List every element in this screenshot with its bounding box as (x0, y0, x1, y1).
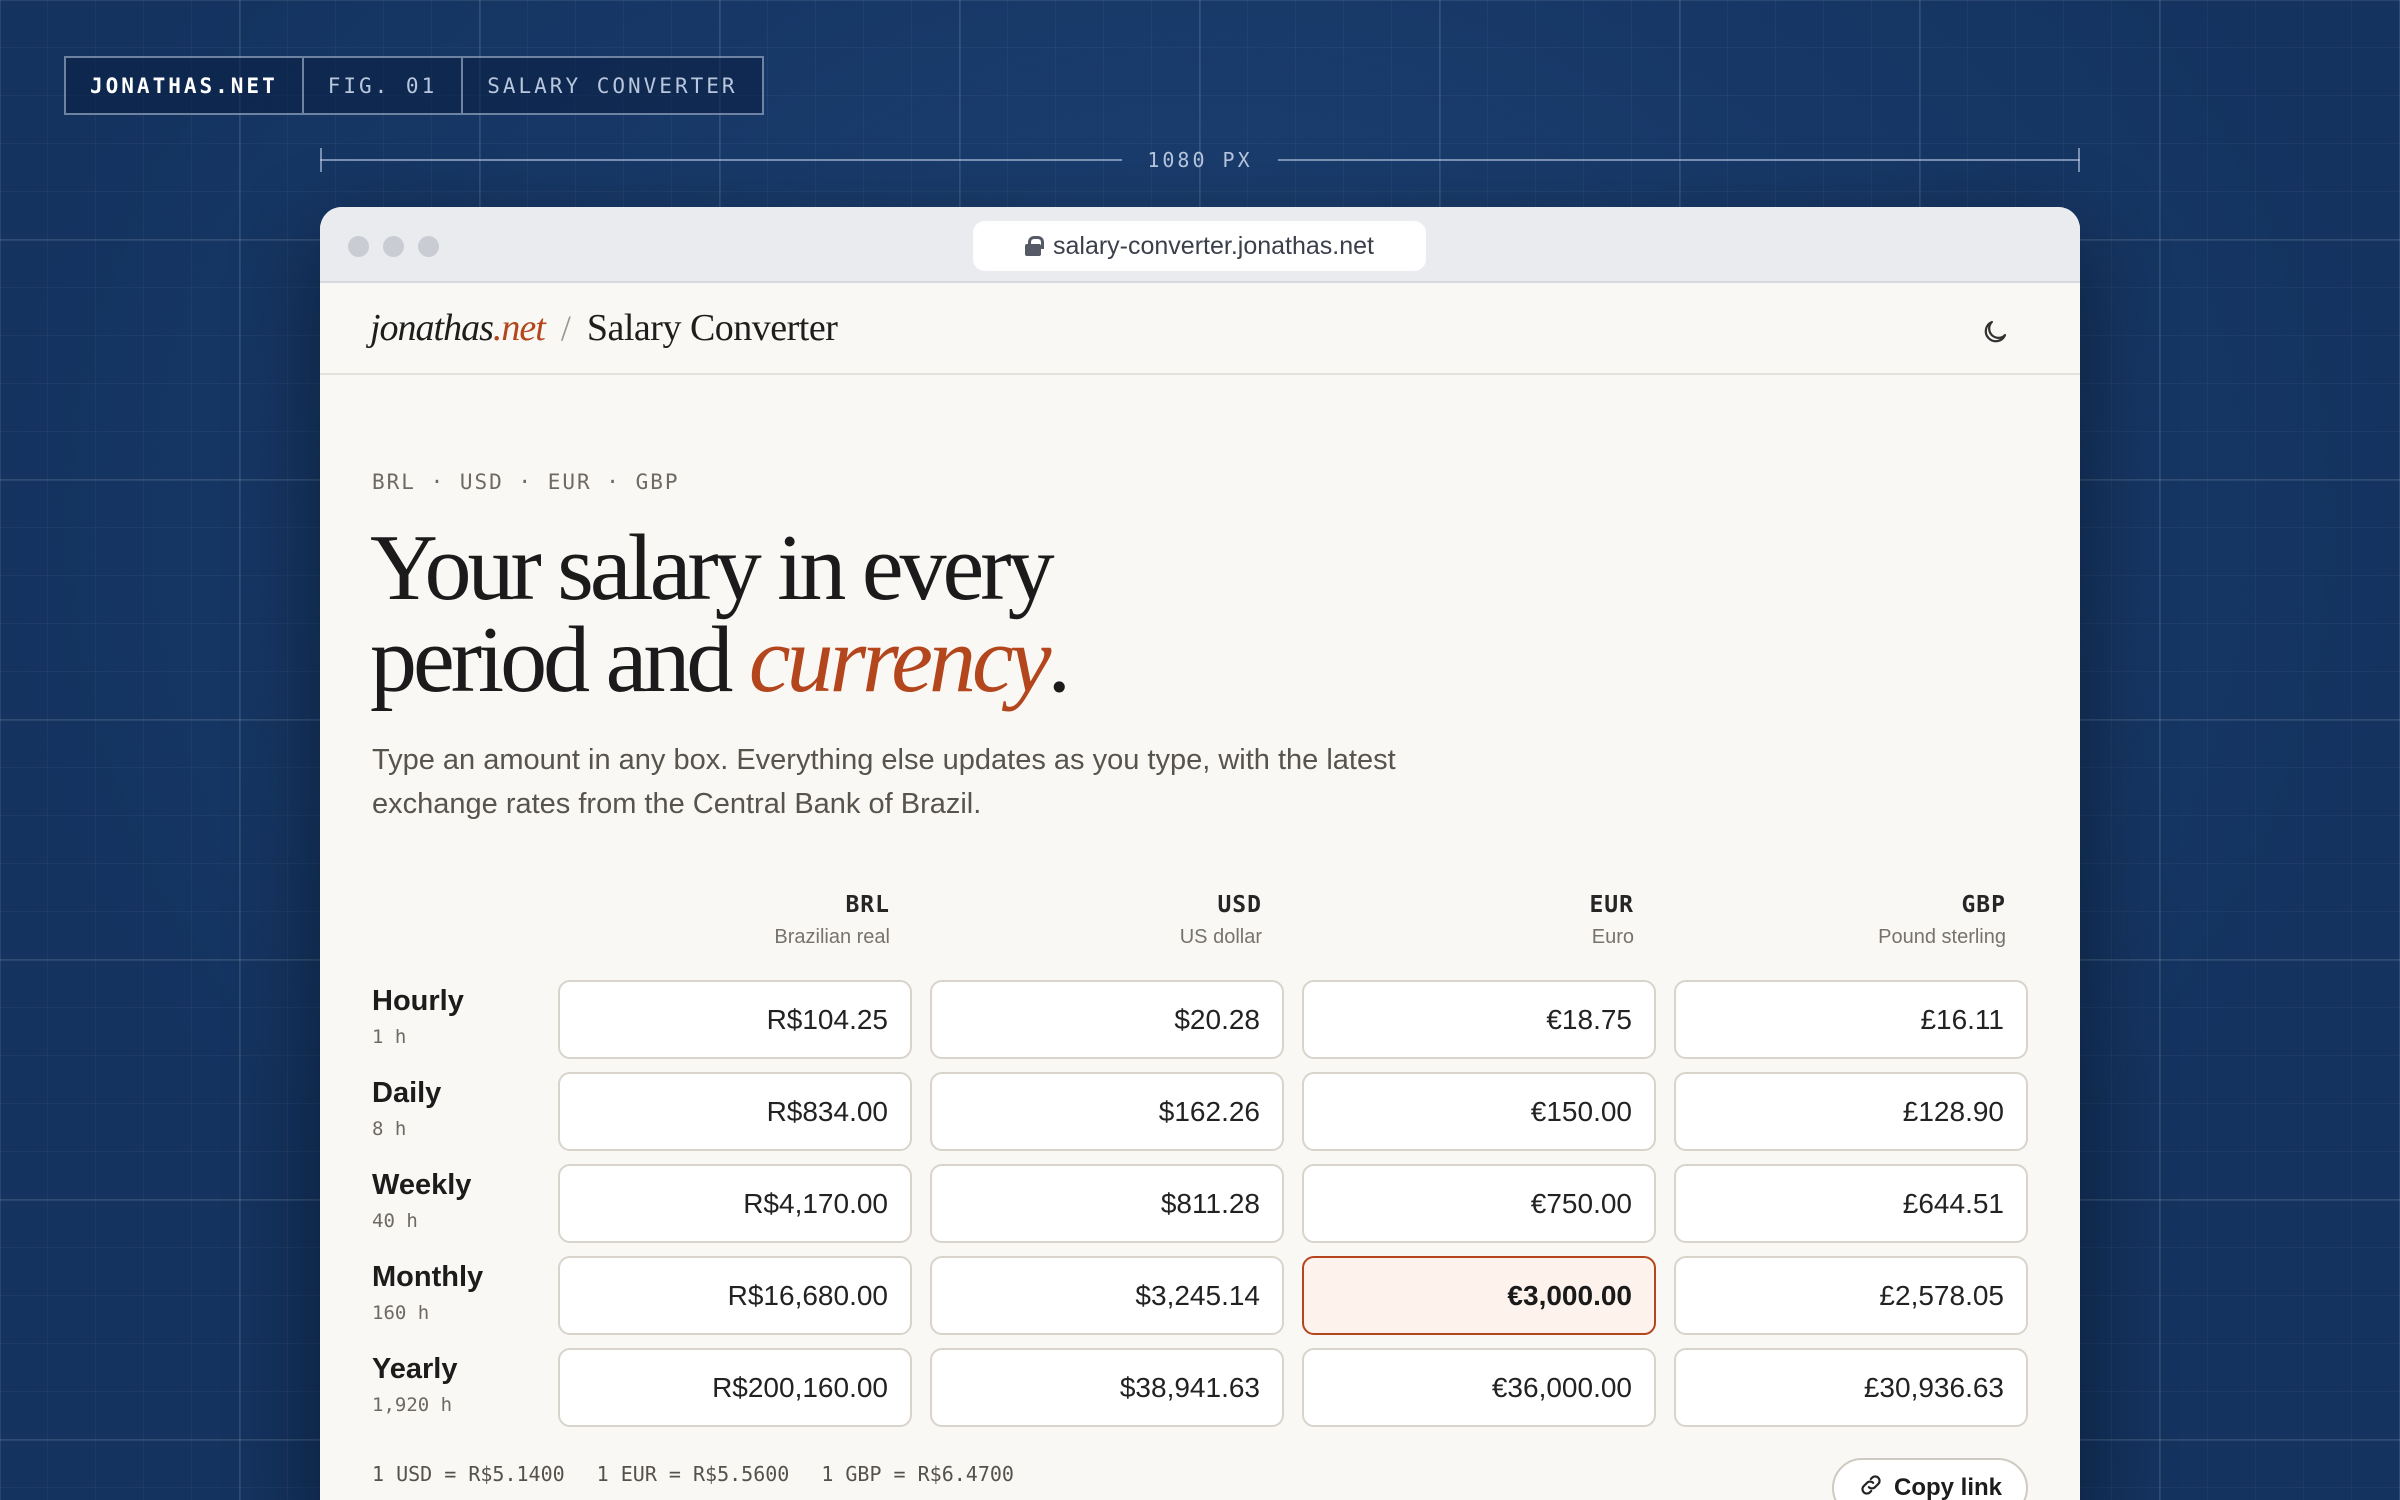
figure-subject: SALARY CONVERTER (461, 58, 761, 113)
copy-link-button[interactable]: Copy link (1832, 1458, 2028, 1500)
column-header-gbp: GBP Pound sterling (1652, 892, 2006, 949)
amount-input-monthly-gbp[interactable]: £2,578.05 (1674, 1256, 2028, 1335)
column-code: USD (1217, 892, 1262, 918)
column-name: Euro (1591, 926, 1634, 948)
amount-input-yearly-gbp[interactable]: £30,936.63 (1674, 1348, 2028, 1427)
headline-line-1: Your salary in every (370, 516, 1055, 620)
url-text: salary-converter.jonathas.net (1052, 231, 1374, 260)
amount-input-weekly-usd[interactable]: $811.28 (930, 1164, 1284, 1243)
breadcrumb-separator: / (560, 308, 571, 348)
amount-input-daily-gbp[interactable]: £128.90 (1674, 1072, 2028, 1151)
row-label-monthly: Monthly 160 h (372, 1261, 483, 1324)
period-hours: 160 h (372, 1302, 430, 1324)
column-code: GBP (1961, 892, 2006, 918)
amount-input-yearly-eur[interactable]: €36,000.00 (1302, 1348, 1656, 1427)
period-name: Weekly (372, 1169, 472, 1201)
window-controls (348, 236, 439, 257)
dimension-line: 1080 PX (320, 148, 2080, 172)
browser-titlebar: salary-converter.jonathas.net (320, 207, 2080, 283)
currency-eyebrow: BRL · USD · EUR · GBP (372, 470, 680, 494)
dimension-rule-right (1278, 159, 2080, 161)
period-hours: 1,920 h (372, 1394, 453, 1416)
row-label-weekly: Weekly 40 h (372, 1169, 471, 1232)
column-name: Brazilian real (774, 926, 890, 948)
period-name: Monthly (372, 1261, 484, 1293)
exchange-rates: 1 USD = R$5.1400 1 EUR = R$5.5600 1 GBP … (372, 1462, 1014, 1486)
brand-logo[interactable]: jonathas.net (370, 306, 546, 350)
column-name: Pound sterling (1878, 926, 2006, 948)
dimension-tick-right (2078, 148, 2080, 172)
column-header-brl: BRL Brazilian real (536, 892, 890, 949)
figure-number: FIG. 01 (301, 58, 462, 113)
lock-icon (1024, 236, 1044, 256)
rate-eur: 1 EUR = R$5.5600 (596, 1462, 790, 1486)
maximize-dot[interactable] (418, 236, 439, 257)
site-header: jonathas.net / Salary Converter (320, 283, 2080, 375)
column-header-usd: USD US dollar (908, 892, 1262, 949)
amount-input-hourly-usd[interactable]: $20.28 (930, 980, 1284, 1059)
period-name: Hourly (372, 985, 464, 1017)
column-header-eur: EUR Euro (1280, 892, 1634, 949)
amount-input-yearly-usd[interactable]: $38,941.63 (930, 1348, 1284, 1427)
hero-headline: Your salary in every period and currency… (370, 521, 1470, 707)
row-label-hourly: Hourly 1 h (372, 985, 464, 1048)
amount-input-hourly-gbp[interactable]: £16.11 (1674, 980, 2028, 1059)
column-code: BRL (845, 892, 890, 918)
amount-input-daily-usd[interactable]: $162.26 (930, 1072, 1284, 1151)
hero-lede: Type an amount in any box. Everything el… (372, 744, 1396, 820)
figure-chip: JONATHAS.NET FIG. 01 SALARY CONVERTER (64, 56, 764, 115)
rate-usd: 1 USD = R$5.1400 (372, 1462, 565, 1486)
link-icon (1858, 1472, 1884, 1500)
period-hours: 40 h (372, 1210, 418, 1232)
amount-input-hourly-eur[interactable]: €18.75 (1302, 980, 1656, 1059)
amount-input-monthly-eur[interactable]: €3,000.00 (1302, 1256, 1656, 1335)
amount-input-monthly-brl[interactable]: R$16,680.00 (558, 1256, 912, 1335)
page-title: Salary Converter (586, 307, 838, 349)
column-code: EUR (1589, 892, 1634, 918)
period-name: Daily (372, 1077, 442, 1109)
brand-tld: .net (492, 307, 546, 349)
headline-line-2: period and (370, 608, 749, 712)
column-name: US dollar (1179, 926, 1262, 948)
headline-emphasis: currency (748, 608, 1052, 712)
amount-input-daily-eur[interactable]: €150.00 (1302, 1072, 1656, 1151)
row-label-yearly: Yearly 1,920 h (372, 1353, 457, 1416)
rate-gbp: 1 GBP = R$6.4700 (821, 1462, 1014, 1486)
copy-link-label: Copy link (1893, 1474, 2002, 1500)
headline-period: . (1047, 608, 1070, 712)
amount-input-weekly-brl[interactable]: R$4,170.00 (558, 1164, 912, 1243)
period-hours: 1 h (372, 1026, 407, 1048)
row-label-daily: Daily 8 h (372, 1077, 441, 1140)
minimize-dot[interactable] (383, 236, 404, 257)
amount-input-weekly-eur[interactable]: €750.00 (1302, 1164, 1656, 1243)
period-hours: 8 h (372, 1118, 407, 1140)
brand-name: jonathas (370, 307, 494, 349)
amount-input-monthly-usd[interactable]: $3,245.14 (930, 1256, 1284, 1335)
close-dot[interactable] (348, 236, 369, 257)
figure-site: JONATHAS.NET (90, 73, 278, 98)
amount-input-hourly-brl[interactable]: R$104.25 (558, 980, 912, 1059)
amount-input-weekly-gbp[interactable]: £644.51 (1674, 1164, 2028, 1243)
amount-input-yearly-brl[interactable]: R$200,160.00 (558, 1348, 912, 1427)
amount-input-daily-brl[interactable]: R$834.00 (558, 1072, 912, 1151)
moon-icon[interactable] (1980, 313, 2010, 343)
address-bar[interactable]: salary-converter.jonathas.net (973, 221, 1426, 271)
period-name: Yearly (372, 1353, 458, 1385)
